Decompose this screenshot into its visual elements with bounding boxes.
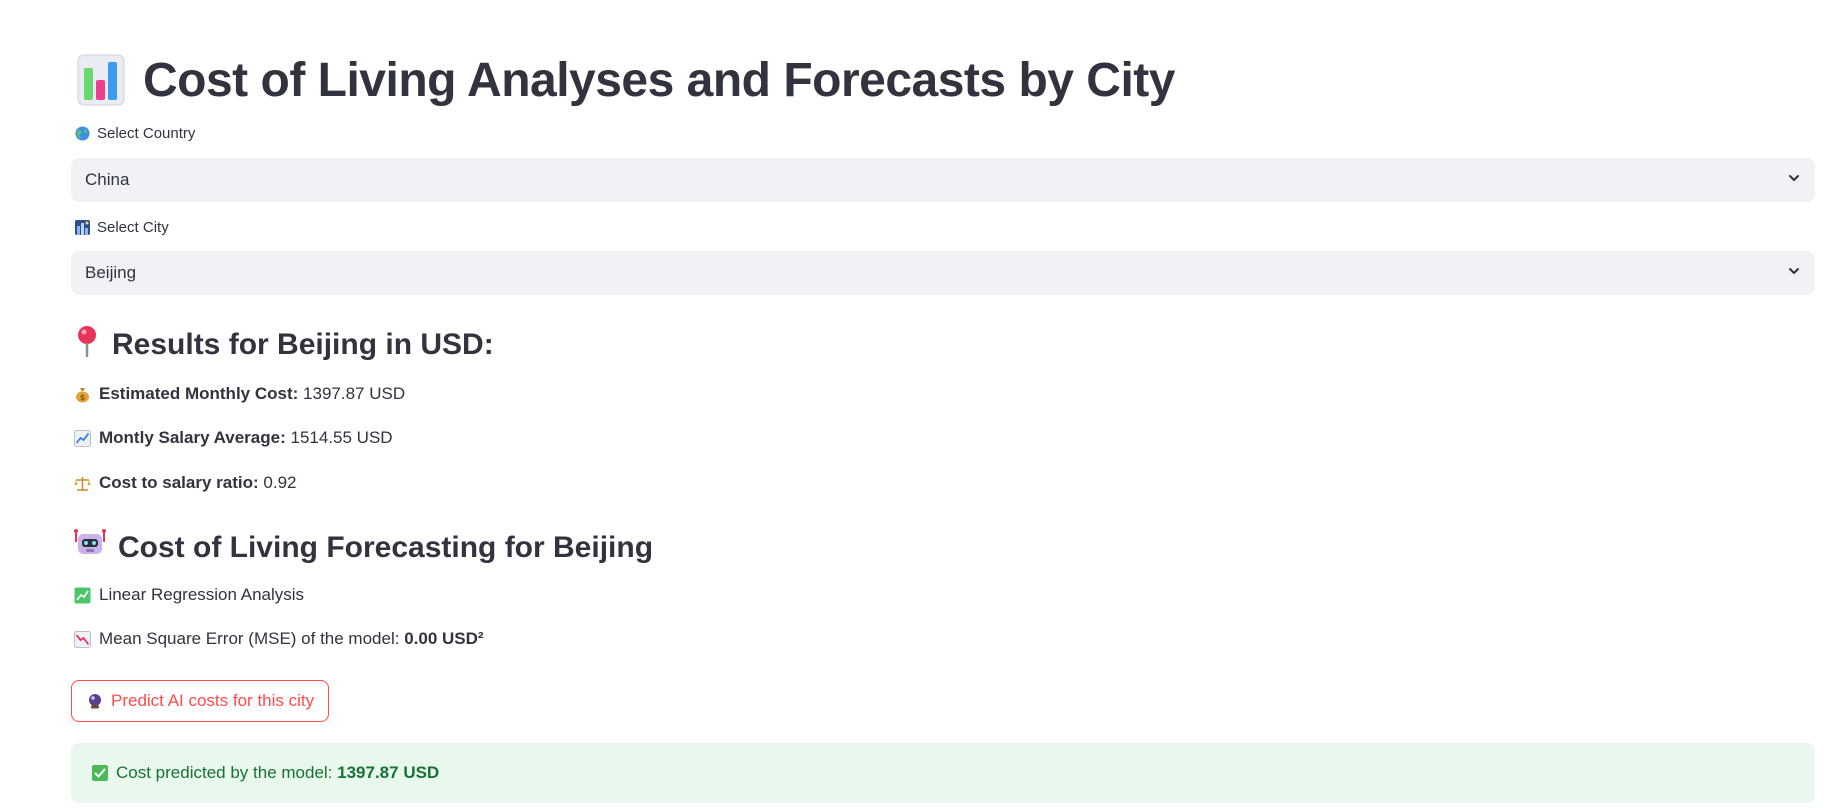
bar-chart-icon [77,54,125,106]
robot-icon [74,528,106,568]
city-select[interactable]: Beijing [71,251,1815,295]
mse-label: Mean Square Error (MSE) of the model: [99,629,400,648]
predict-button[interactable]: Predict AI costs for this city [71,680,330,722]
salary-value: 1514.55 USD [290,428,393,447]
results-heading-text: Results for Beijing in USD: [112,328,494,361]
check-mark-icon [91,765,108,782]
monthly-cost-value: 1397.87 USD [303,384,406,403]
mse-row: Mean Square Error (MSE) of the model: 0.… [74,629,484,649]
city-select-value: Beijing [85,263,137,282]
country-select-label-text: Select Country [97,125,196,142]
page-title: Cost of Living Analyses and Forecasts by… [77,48,1175,112]
chart-decreasing-icon [74,630,91,648]
chevron-down-icon [1787,263,1801,283]
method-row: Linear Regression Analysis [74,585,304,605]
page-title-text: Cost of Living Analyses and Forecasts by… [143,53,1175,107]
country-select[interactable]: China [71,158,1815,202]
chart-exchange-icon [74,587,91,604]
prediction-alert: Cost predicted by the model: 1397.87 USD [71,743,1815,803]
ratio-value: 0.92 [263,473,297,492]
ratio-label: Cost to salary ratio: [99,473,259,492]
results-heading: Results for Beijing in USD: [74,325,494,365]
prediction-value: 1397.87 USD [337,763,440,782]
crystal-ball-icon [86,693,103,710]
predict-button-label: Predict AI costs for this city [111,691,315,710]
monthly-cost-row: $ Estimated Monthly Cost: 1397.87 USD [74,384,405,404]
balance-scale-icon [74,475,91,492]
salary-row: Montly Salary Average: 1514.55 USD [74,428,393,448]
city-select-label-text: Select City [97,219,169,236]
country-select-value: China [85,170,130,189]
forecast-heading-text: Cost of Living Forecasting for Beijing [118,531,654,564]
chart-increasing-icon [74,429,91,447]
globe-icon [74,125,91,142]
chevron-down-icon [1787,170,1801,190]
salary-label: Montly Salary Average: [99,428,286,447]
city-select-label: Select City [74,219,169,236]
country-select-label: Select Country [74,125,195,142]
svg-text:$: $ [80,393,86,402]
forecast-heading: Cost of Living Forecasting for Beijing [74,528,653,568]
method-text: Linear Regression Analysis [99,585,305,604]
money-bag-icon: $ [74,386,91,403]
prediction-label: Cost predicted by the model: [116,763,333,782]
cityscape-icon [74,219,91,236]
app-page: Cost of Living Analyses and Forecasts by… [0,0,1846,808]
ratio-row: Cost to salary ratio: 0.92 [74,473,296,493]
monthly-cost-label: Estimated Monthly Cost: [99,384,299,403]
mse-value: 0.00 USD² [404,629,484,648]
pushpin-icon [74,325,100,365]
